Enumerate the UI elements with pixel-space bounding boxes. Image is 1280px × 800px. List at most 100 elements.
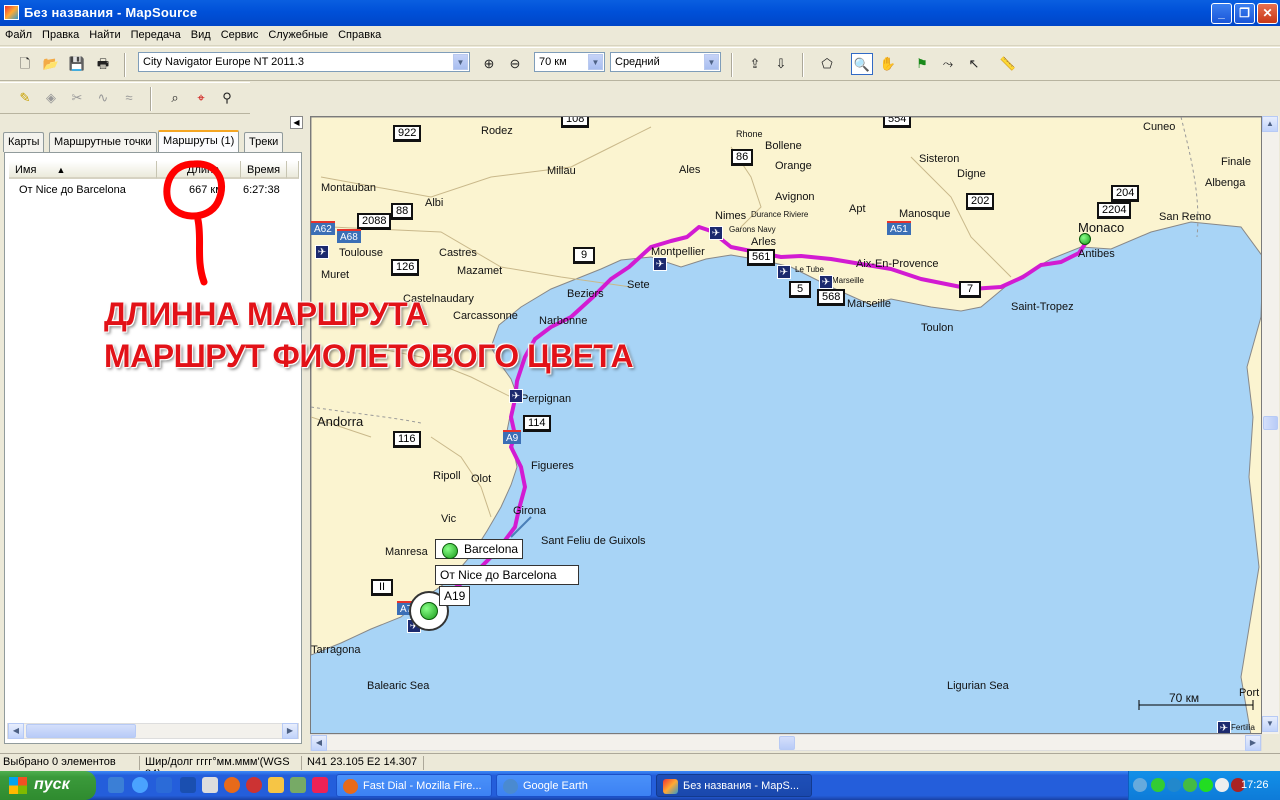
zoom-in-icon[interactable]: ⊕ <box>478 53 500 75</box>
menu-find[interactable]: Найти <box>84 26 125 41</box>
binoculars-icon[interactable]: ⌕ <box>164 87 186 109</box>
place-label: Bollene <box>765 140 802 152</box>
status-selection: Выбрано 0 элементов <box>0 756 140 770</box>
maximize-button[interactable]: ❐ <box>1234 3 1255 24</box>
start-button[interactable]: пуск <box>0 771 96 800</box>
scroll-right-icon[interactable]: ▶ <box>1245 735 1261 751</box>
place-label: Albenga <box>1205 177 1246 189</box>
toolbar-separator <box>731 53 733 77</box>
minimize-button[interactable]: _ <box>1211 3 1232 24</box>
mapsource-icon <box>663 779 678 794</box>
firefox-icon[interactable] <box>224 777 240 793</box>
menu-help[interactable]: Справка <box>333 26 386 41</box>
task-mapsource[interactable]: Без названия - MapS... <box>656 774 812 797</box>
menu-view[interactable]: Вид <box>186 26 216 41</box>
menu-file[interactable]: Файл <box>0 26 37 41</box>
route-start-marker[interactable] <box>1079 233 1091 245</box>
total-commander-icon[interactable] <box>202 777 218 793</box>
scroll-left-icon[interactable]: ◀ <box>311 735 327 751</box>
chevron-down-icon[interactable]: ▼ <box>588 54 603 70</box>
waypoint-flag-icon[interactable]: ⚑ <box>911 53 933 75</box>
print-icon[interactable]: 🖶 <box>92 53 114 75</box>
save-icon[interactable]: 💾 <box>66 53 88 75</box>
zoom-out-icon[interactable]: ⊖ <box>504 53 526 75</box>
tray-app-icon[interactable] <box>1199 778 1213 792</box>
column-header-extra[interactable] <box>287 161 299 179</box>
receive-from-device-icon[interactable]: ⇩ <box>770 53 792 75</box>
find-nearby-icon[interactable]: ⌖ <box>190 87 212 109</box>
task-google-earth[interactable]: Google Earth <box>496 774 652 797</box>
close-button[interactable]: ✕ <box>1257 3 1278 24</box>
internet-explorer-icon[interactable] <box>132 777 148 793</box>
tab-tracks[interactable]: Треки <box>244 132 284 152</box>
tab-maps[interactable]: Карты <box>3 132 45 152</box>
sort-arrow-icon: ▲ <box>56 165 66 175</box>
menu-transfer[interactable]: Передача <box>126 26 186 41</box>
chevron-down-icon[interactable]: ▼ <box>704 54 719 70</box>
zoom-level-select[interactable]: 70 км ▼ <box>534 52 605 72</box>
tray-expand-icon[interactable] <box>1133 778 1147 792</box>
map-product-select[interactable]: City Navigator Europe NT 2011.3 ▼ <box>138 52 470 72</box>
place-label: Figueres <box>531 460 574 472</box>
scroll-down-icon[interactable]: ▼ <box>1262 716 1278 732</box>
task-firefox[interactable]: Fast Dial - Mozilla Fire... <box>336 774 492 797</box>
icq-icon[interactable] <box>1151 778 1165 792</box>
place-label: Sisteron <box>919 153 960 165</box>
desktop-icon[interactable] <box>108 777 124 793</box>
collapse-panel-icon[interactable]: ◀ <box>290 116 303 129</box>
winamp-icon[interactable] <box>156 777 172 793</box>
map-horizontal-scrollbar[interactable]: ◀ ▶ <box>310 734 1262 751</box>
place-label: Nimes <box>715 210 747 222</box>
detail-select[interactable]: Средний ▼ <box>610 52 721 72</box>
road-shield: 202 <box>966 193 995 210</box>
column-header-name[interactable]: Имя ▲ <box>9 161 157 179</box>
route-name[interactable]: От Nice до Barcelona <box>19 184 126 196</box>
map-view[interactable]: Rodez Millau Ales Rhone Bollene Orange S… <box>310 116 1262 734</box>
app-quicklaunch-icon[interactable] <box>290 777 306 793</box>
scroll-thumb[interactable] <box>779 736 795 750</box>
opera-icon[interactable] <box>246 777 262 793</box>
track-draw-icon[interactable]: ✎ <box>14 87 36 109</box>
menu-utilities[interactable]: Служебные <box>263 26 333 41</box>
scroll-thumb[interactable] <box>26 724 136 738</box>
road-shield: 116 <box>393 431 421 448</box>
selection-arrow-icon[interactable]: ↖ <box>963 53 985 75</box>
route-tool-icon[interactable]: ⤳ <box>937 53 959 75</box>
distance-ruler-icon[interactable]: 📏 <box>997 53 1019 75</box>
track-filter-icon[interactable]: ≈ <box>118 87 140 109</box>
menu-edit[interactable]: Правка <box>37 26 84 41</box>
tab-waypoints[interactable]: Маршрутные точки <box>49 132 157 152</box>
app-icon[interactable] <box>4 5 19 20</box>
zoom-tool-icon[interactable]: 🔍 <box>851 53 873 75</box>
detail-value: Средний <box>615 56 660 68</box>
network-icon[interactable] <box>1167 778 1181 792</box>
app-quicklaunch-icon[interactable] <box>312 777 328 793</box>
place-label: Orange <box>775 160 812 172</box>
new-file-icon[interactable]: 🗋 <box>14 53 36 75</box>
map-vertical-scrollbar[interactable]: ▲ ▼ <box>1262 116 1279 734</box>
scroll-up-icon[interactable]: ▲ <box>1262 116 1278 132</box>
track-split-icon[interactable]: ✂ <box>66 87 88 109</box>
scroll-left-icon[interactable]: ◀ <box>8 723 24 739</box>
send-to-device-icon[interactable]: ⇪ <box>744 53 766 75</box>
tray-app-icon[interactable] <box>1215 778 1229 792</box>
toolbar-separator <box>802 53 804 77</box>
bluetooth-icon[interactable] <box>180 777 196 793</box>
scroll-right-icon[interactable]: ▶ <box>282 723 298 739</box>
find-places-icon[interactable]: ⚲ <box>216 87 238 109</box>
eraser-icon[interactable]: ◈ <box>40 87 62 109</box>
map-select-icon[interactable]: ⬠ <box>816 53 838 75</box>
menu-service[interactable]: Сервис <box>216 26 264 41</box>
chevron-down-icon[interactable]: ▼ <box>453 54 468 70</box>
scroll-thumb[interactable] <box>1263 416 1278 430</box>
list-horizontal-scrollbar[interactable]: ◀ ▶ <box>7 723 299 739</box>
place-label: Castres <box>439 247 477 259</box>
track-join-icon[interactable]: ∿ <box>92 87 114 109</box>
open-folder-icon[interactable]: 📂 <box>40 53 62 75</box>
tray-app-icon[interactable] <box>1183 778 1197 792</box>
place-label: Apt <box>849 203 866 215</box>
status-bar: Выбрано 0 элементов Шир/долг гггг°мм.ммм… <box>0 753 1280 780</box>
folder-icon[interactable] <box>268 777 284 793</box>
pan-hand-icon[interactable]: ✋ <box>877 53 899 75</box>
clock[interactable]: 17:26 <box>1241 779 1269 791</box>
